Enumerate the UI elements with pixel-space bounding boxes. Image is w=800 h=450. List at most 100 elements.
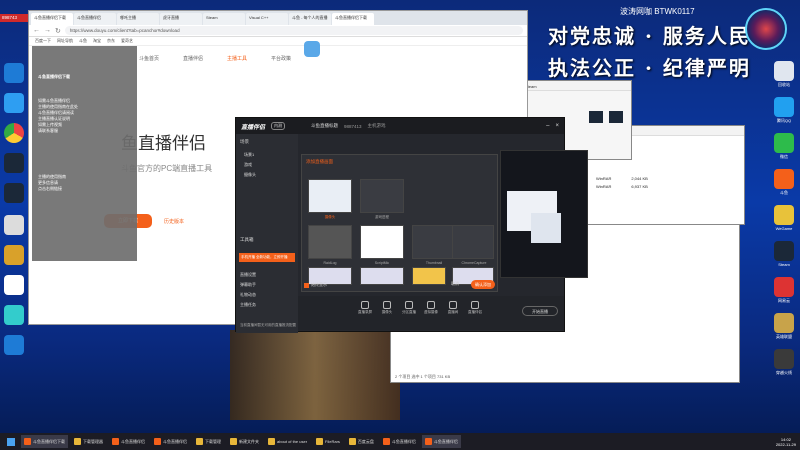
taskbar-item[interactable]: 斗鱼直播伴侣 [380,435,419,448]
tool-button[interactable]: 摄像头 [378,301,396,315]
scene-item[interactable]: 摄像头 [236,170,298,180]
taskbar-item[interactable]: 斗鱼直播伴侣下载 [21,435,68,448]
start-icon[interactable] [4,435,18,448]
bookmark[interactable]: 爱奇艺 [121,38,133,44]
nav-link[interactable]: 斗鱼首页 [139,55,159,62]
minimize-icon[interactable]: – [546,123,549,129]
tool-button[interactable]: 直播录屏 [356,301,374,315]
taskbar-item[interactable]: about of the user [265,435,310,448]
source-thumbnail[interactable] [360,225,404,259]
source-thumbnail[interactable] [360,179,404,213]
source-thumbnail[interactable] [452,225,494,259]
source-thumbnail[interactable] [308,225,352,259]
forward-icon[interactable]: → [44,27,51,34]
source-thumbnail[interactable] [308,179,352,213]
browser-tab[interactable]: 斗鱼直播伴侣下载 [31,13,73,25]
browser-tab[interactable]: 斗鱼 - 每个人的直播 [289,13,331,25]
file-row[interactable]: WinRAR 2,044 KB [596,176,648,181]
app-icon[interactable] [4,275,24,295]
source-label: RaidLog [323,261,337,265]
folder-icon [316,438,324,445]
section-title[interactable]: 礼物动态 [236,290,298,300]
add-source-modal[interactable]: 添加直播画面 摄像头 游戏进程 RaidLog ScriptMic Thumbn… [301,154,498,292]
qq-icon[interactable] [774,97,794,117]
steam-icon[interactable] [4,153,24,173]
taskbar-item[interactable]: FileRars [313,435,343,448]
nav-link[interactable]: 直播伴侣 [183,55,203,62]
browser-tab[interactable]: 斗鱼直播伴侣下载 [332,13,374,25]
taskbar-item[interactable]: 下载管理 [193,435,224,448]
scene-item[interactable]: 游戏 [236,160,298,170]
source-thumbnail[interactable] [412,267,446,285]
cancel-button[interactable]: 取消 [451,281,459,287]
category[interactable]: 主机游戏 [368,123,386,129]
bookmark[interactable]: 淘宝 [93,38,101,44]
app-icon[interactable] [4,93,24,113]
scene-item[interactable]: 场景1 [236,150,298,160]
tab-bar: 斗鱼直播伴侣下载 斗鱼直播伴侣 哪吒主播 虎牙直播 Steam Visual C… [29,11,527,25]
source-thumbnail[interactable] [360,267,404,285]
always-show-checkbox[interactable]: 始终显示 [304,282,327,288]
file-row[interactable]: WinRAR 6,937 KB [596,184,648,189]
refresh-icon[interactable]: ↻ [55,27,61,35]
section-title[interactable]: 弹幕助手 [236,280,298,290]
taskbar-item[interactable]: 斗鱼直播伴侣 [421,435,461,448]
tool-button[interactable]: 分区直播 [400,301,418,315]
checkbox-icon[interactable] [304,282,309,288]
modal-title: 添加直播画面 [306,159,333,164]
app-icon[interactable] [4,335,24,355]
douyu-icon[interactable] [774,169,794,189]
game-icon[interactable] [4,245,24,265]
game-icon[interactable] [774,313,794,333]
bookmark[interactable]: 网址导航 [57,38,73,44]
app-icon[interactable] [4,215,24,235]
music-icon[interactable] [774,277,794,297]
close-icon[interactable]: × [555,123,559,129]
recycle-bin-icon[interactable] [774,61,794,81]
system-clock[interactable]: 14:02 2022-11-29 [776,437,800,447]
browser-tab[interactable]: Visual C++ [246,13,288,25]
game-icon[interactable] [774,349,794,369]
taskbar-item[interactable]: 斗鱼直播伴侣 [109,435,148,448]
steam-folder-icon[interactable] [609,111,623,123]
taskbar-item[interactable]: 斗鱼直播伴侣 [151,435,190,448]
start-stream-button[interactable]: 开始直播 [522,306,558,316]
bottom-toolbar: 直播录屏 摄像头 分区直播 虚拟摄像 直播间 直播伴侣 开始直播 [298,296,564,330]
browser-tab[interactable]: Steam [203,13,245,25]
source-thumbnail[interactable] [412,225,456,259]
notice-bar[interactable]: 手机开播 全新功能，立即开播 [239,253,295,262]
tool-button[interactable]: 直播伴侣 [466,301,484,315]
section-title[interactable]: 主播任务 [236,300,298,310]
app-icon[interactable] [4,305,24,325]
history-version-link[interactable]: 历史版本 [164,218,184,225]
bookmark[interactable]: 斗鱼 [79,38,87,44]
preview-window[interactable] [500,150,588,278]
back-icon[interactable]: ← [33,27,40,34]
app-icon [348,438,356,445]
taskbar-item[interactable]: 百度云盘 [346,435,377,448]
wechat-icon[interactable] [774,133,794,153]
browser-tab[interactable]: 斗鱼直播伴侣 [74,13,116,25]
tool-button[interactable]: 虚拟摄像 [422,301,440,315]
nav-link[interactable]: 平台政策 [271,55,291,62]
nav-link-active[interactable]: 主播工具 [227,55,247,62]
tool-button[interactable]: 直播间 [444,301,462,315]
confirm-add-button[interactable]: 确认添加 [471,280,495,289]
room-title[interactable]: 斗鱼直播标题 [311,123,338,129]
bookmark[interactable]: 京东 [107,38,115,44]
steam-icon[interactable] [4,183,24,203]
wegame-icon[interactable] [774,205,794,225]
section-title[interactable]: 直播设置 [236,270,298,280]
steam-folder-icon[interactable] [589,111,603,123]
browser-tab[interactable]: 哪吒主播 [117,13,159,25]
browser-tab[interactable]: 虎牙直播 [160,13,202,25]
taskbar-item[interactable]: 新建文件夹 [227,435,262,448]
floating-avatar[interactable] [745,8,787,50]
url-input[interactable]: https://www.douyu.com/client?tab=pcancho… [64,26,523,35]
steam-icon[interactable] [774,241,794,261]
scene-label: 场景 [240,139,249,144]
taskbar-item[interactable]: 下载管理器 [71,435,106,448]
chrome-icon[interactable] [4,123,24,143]
app-icon[interactable] [4,63,24,83]
bookmark[interactable]: 百度一下 [35,38,51,44]
